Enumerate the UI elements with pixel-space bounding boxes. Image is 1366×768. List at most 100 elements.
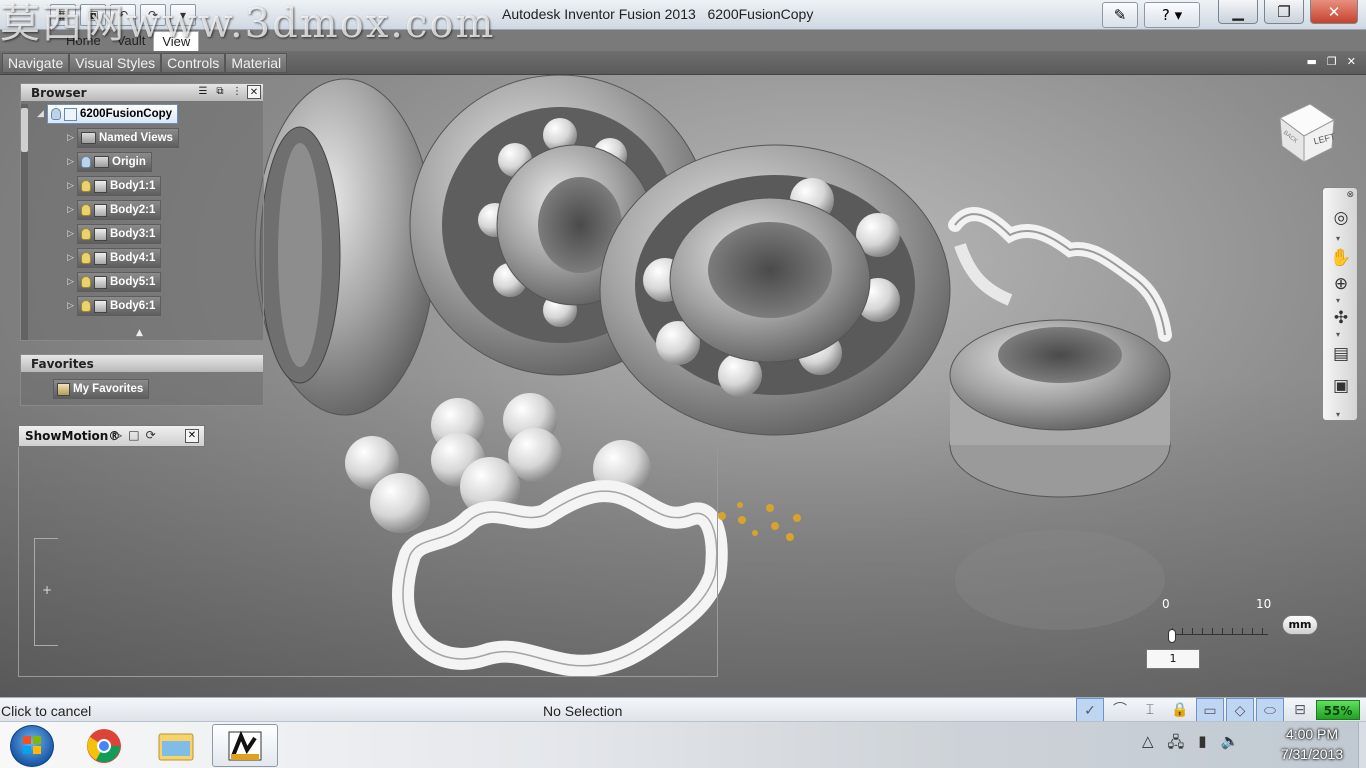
- viewcube[interactable]: LEFT BACK: [1276, 102, 1340, 166]
- app-menu-button[interactable]: ▦: [50, 4, 76, 26]
- add-shot-icon[interactable]: +: [42, 583, 52, 597]
- expand-arrow-icon[interactable]: ▷: [67, 277, 77, 287]
- lock-icon[interactable]: 🔒: [1166, 698, 1194, 722]
- zoom-icon[interactable]: ⊕: [1328, 272, 1354, 296]
- visibility-bulb-icon[interactable]: [81, 252, 91, 264]
- tree-row-named-views[interactable]: ▷ Named Views: [67, 128, 179, 148]
- expand-arrow-icon[interactable]: ▷: [67, 301, 77, 311]
- visibility-bulb-icon[interactable]: [81, 204, 91, 216]
- display-mode-icon[interactable]: ▭: [1196, 698, 1224, 722]
- visibility-bulb-icon[interactable]: [81, 156, 91, 168]
- tree-node-body6[interactable]: Body6:1: [77, 296, 162, 316]
- graphics-viewport[interactable]: Browser ☰ ⧉ ⋮ ✕ ◢ 6200FusionCopy ▷ Named…: [0, 75, 1366, 697]
- doc-restore-icon[interactable]: ❐: [1327, 55, 1337, 68]
- steering-dropdown-icon[interactable]: ▾: [1336, 234, 1340, 243]
- pan-hand-icon[interactable]: ✋: [1328, 246, 1354, 270]
- expand-arrow-icon[interactable]: ▷: [67, 205, 77, 215]
- volume-icon[interactable]: 🔈: [1221, 732, 1240, 757]
- dual-view-icon[interactable]: ⊟: [1286, 698, 1314, 722]
- taskbar-clock[interactable]: 4:00 PM 7/31/2013: [1264, 724, 1360, 766]
- taskbar-chrome[interactable]: [74, 724, 134, 767]
- show-desktop-button[interactable]: [1358, 722, 1366, 768]
- browser-scroll-thumb[interactable]: [21, 108, 28, 152]
- tree-row-body6[interactable]: ▷ Body6:1: [67, 296, 162, 316]
- doc-close-icon[interactable]: ✕: [1347, 55, 1356, 68]
- tree-node-body4[interactable]: Body4:1: [77, 248, 162, 268]
- visibility-bulb-icon[interactable]: [81, 276, 91, 288]
- tree-node-origin[interactable]: Origin: [77, 152, 152, 172]
- tree-node-named-views[interactable]: Named Views: [77, 128, 179, 148]
- help-icon[interactable]: ? ▾: [1144, 2, 1200, 28]
- expand-arrow-icon[interactable]: ▷: [67, 157, 77, 167]
- ground-reflection-icon[interactable]: ⬭: [1256, 698, 1284, 722]
- browser-options-icon[interactable]: ⋮: [230, 85, 244, 99]
- minimize-button[interactable]: ▁: [1218, 0, 1258, 24]
- loop-icon[interactable]: ⟳: [146, 428, 156, 442]
- qat-dropdown-icon[interactable]: ▾: [170, 4, 196, 26]
- tab-home[interactable]: Home: [58, 31, 109, 51]
- tree-node-body5[interactable]: Body5:1: [77, 272, 162, 292]
- tree-row-origin[interactable]: ▷ Origin: [67, 152, 152, 172]
- bearing-left[interactable]: [254, 78, 436, 416]
- browser-resize-grip-icon[interactable]: ▲: [136, 328, 143, 338]
- panel-visual-styles[interactable]: Visual Styles: [69, 53, 162, 73]
- visibility-bulb-icon[interactable]: [81, 300, 91, 312]
- tree-row-body3[interactable]: ▷ Body3:1: [67, 224, 162, 244]
- visibility-bulb-icon[interactable]: [81, 228, 91, 240]
- doc-minimize-icon[interactable]: ▬: [1307, 55, 1317, 68]
- power-icon[interactable]: ▮: [1198, 732, 1206, 757]
- tree-node-body3[interactable]: Body3:1: [77, 224, 162, 244]
- navbar-close-icon[interactable]: ⊗: [1346, 190, 1354, 200]
- redo-icon[interactable]: ↷: [140, 4, 166, 26]
- showmotion-close-icon[interactable]: ✕: [185, 429, 199, 443]
- close-button[interactable]: ✕: [1310, 0, 1358, 24]
- tree-node-body2[interactable]: Body2:1: [77, 200, 162, 220]
- taskbar-explorer[interactable]: [146, 724, 206, 767]
- expand-arrow-icon[interactable]: ▷: [67, 181, 77, 191]
- network-icon[interactable]: 🖧: [1168, 732, 1185, 757]
- scale-unit-button[interactable]: mm: [1282, 615, 1318, 635]
- communication-center-icon[interactable]: ✎: [1102, 2, 1138, 28]
- tree-row-body1[interactable]: ▷ Body1:1: [67, 176, 162, 196]
- browser-expand-icon[interactable]: ⧉: [213, 85, 227, 99]
- browser-scrollbar[interactable]: [21, 104, 28, 340]
- bearing-front[interactable]: [599, 144, 951, 436]
- visibility-bulb-icon[interactable]: [51, 108, 61, 120]
- section-icon[interactable]: ⌶: [1136, 698, 1164, 722]
- tree-row-body4[interactable]: ▷ Body4:1: [67, 248, 162, 268]
- select-mode-icon[interactable]: ✓: [1076, 698, 1104, 722]
- panel-material[interactable]: Material: [225, 53, 288, 73]
- panel-controls[interactable]: Controls: [161, 53, 226, 73]
- ring-right[interactable]: [949, 319, 1171, 630]
- tree-node-body1[interactable]: Body1:1: [77, 176, 162, 196]
- visibility-bulb-icon[interactable]: [81, 180, 91, 192]
- collapse-arrow-icon[interactable]: ◢: [37, 109, 47, 119]
- tree-row-root[interactable]: ◢ 6200FusionCopy: [37, 104, 179, 124]
- expand-arrow-icon[interactable]: ▷: [67, 229, 77, 239]
- undo-icon[interactable]: ↶: [110, 4, 136, 26]
- save-icon[interactable]: ▣: [80, 4, 106, 26]
- look-at-icon[interactable]: ▤: [1328, 342, 1354, 366]
- scale-slider-handle[interactable]: [1168, 629, 1176, 643]
- tree-row-body5[interactable]: ▷ Body5:1: [67, 272, 162, 292]
- orbit-dropdown-icon[interactable]: ▾: [1336, 330, 1340, 339]
- showmotion-icon[interactable]: ▣: [1328, 374, 1354, 398]
- tab-vault[interactable]: Vault: [109, 31, 154, 51]
- stop-icon[interactable]: □: [128, 428, 139, 442]
- tray-expand-icon[interactable]: △: [1142, 732, 1154, 757]
- panel-navigate[interactable]: Navigate: [2, 53, 70, 73]
- material-icon[interactable]: ◇: [1226, 698, 1254, 722]
- steering-wheel-icon[interactable]: ◎: [1328, 206, 1354, 230]
- expand-arrow-icon[interactable]: ▷: [67, 253, 77, 263]
- navbar-options-icon[interactable]: ▾: [1336, 410, 1340, 419]
- browser-filter-icon[interactable]: ☰: [196, 85, 210, 99]
- maximize-button[interactable]: ❐: [1264, 0, 1304, 24]
- expand-arrow-icon[interactable]: ▷: [67, 133, 77, 143]
- shadow-icon[interactable]: ⌒: [1106, 698, 1134, 722]
- favorites-item[interactable]: My Favorites: [53, 379, 150, 399]
- scale-value-field[interactable]: 1: [1146, 649, 1200, 669]
- zoom-dropdown-icon[interactable]: ▾: [1336, 296, 1340, 305]
- tree-node-root[interactable]: 6200FusionCopy: [47, 104, 179, 124]
- tab-view[interactable]: View: [153, 31, 200, 51]
- play-icon[interactable]: ▷: [113, 428, 122, 442]
